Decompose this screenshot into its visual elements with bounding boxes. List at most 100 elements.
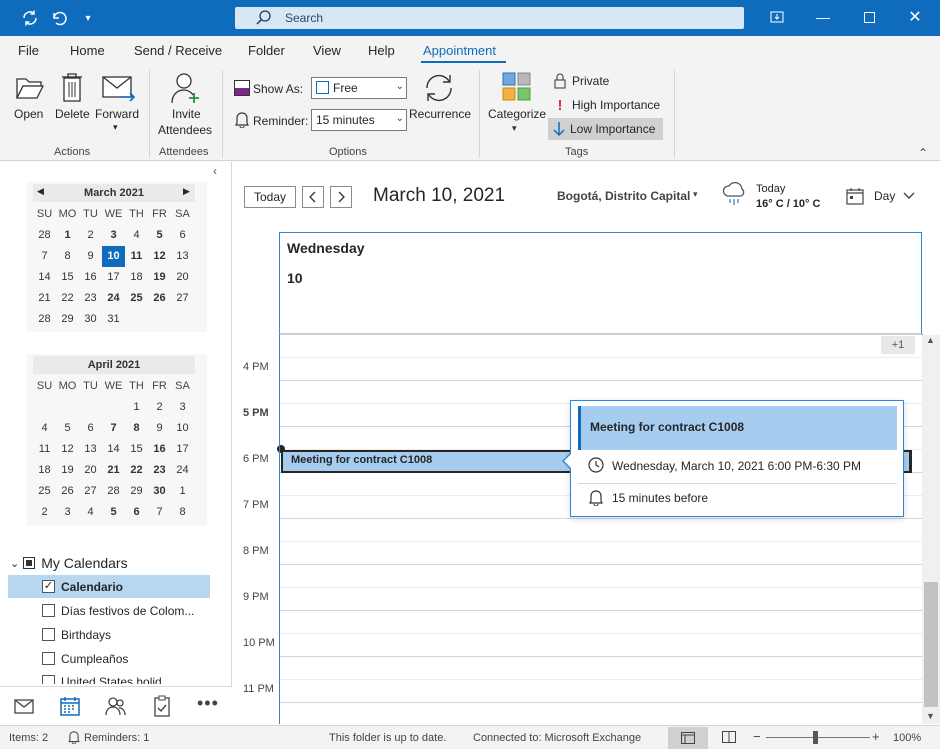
day-cell[interactable]: 21: [102, 460, 125, 481]
show-as-select[interactable]: Free ⌄: [311, 77, 407, 99]
day-cell[interactable]: 9: [79, 246, 102, 267]
day-cell[interactable]: 26: [148, 288, 171, 309]
more-events-badge[interactable]: +1: [881, 336, 915, 354]
zoom-out-icon[interactable]: −: [753, 729, 761, 744]
day-cell[interactable]: 14: [33, 267, 56, 288]
maximize-button[interactable]: [846, 0, 892, 34]
zoom-in-icon[interactable]: +: [872, 729, 880, 744]
day-cell[interactable]: 3: [102, 225, 125, 246]
day-cell[interactable]: 25: [125, 288, 148, 309]
day-cell[interactable]: 24: [102, 288, 125, 309]
more-icon[interactable]: •••: [197, 693, 219, 714]
calendar-icon[interactable]: [59, 695, 81, 717]
day-cell[interactable]: 2: [33, 502, 56, 523]
day-cell[interactable]: 7: [148, 502, 171, 523]
day-cell[interactable]: [148, 309, 171, 330]
tasks-icon[interactable]: [151, 695, 173, 717]
day-cell[interactable]: 30: [148, 481, 171, 502]
day-cell-selected[interactable]: 10: [102, 246, 125, 267]
day-cell[interactable]: 18: [125, 267, 148, 288]
weather-location[interactable]: Bogotá, Distrito Capital: [557, 189, 690, 203]
calendar-item-us-holidays[interactable]: United States holid...: [8, 671, 210, 684]
today-button[interactable]: Today: [244, 186, 296, 208]
day-cell[interactable]: 9: [148, 418, 171, 439]
day-cell[interactable]: 25: [33, 481, 56, 502]
normal-view-button[interactable]: [668, 727, 708, 749]
next-month-icon[interactable]: ▶: [183, 186, 190, 197]
checkbox[interactable]: ✓: [42, 580, 55, 593]
day-cell[interactable]: 12: [56, 439, 79, 460]
day-cell[interactable]: 22: [56, 288, 79, 309]
tab-file[interactable]: File: [18, 43, 39, 58]
day-cell[interactable]: 5: [56, 418, 79, 439]
day-cell[interactable]: [171, 309, 194, 330]
day-cell[interactable]: 5: [148, 225, 171, 246]
scrollbar-thumb[interactable]: [924, 582, 938, 707]
mail-icon[interactable]: [13, 695, 35, 717]
tab-send-receive[interactable]: Send / Receive: [134, 43, 222, 58]
day-cell[interactable]: 18: [33, 460, 56, 481]
day-cell[interactable]: 1: [56, 225, 79, 246]
close-button[interactable]: ✕: [892, 0, 938, 34]
sync-icon[interactable]: [19, 8, 41, 28]
invite-attendees-button[interactable]: Invite Attendees: [155, 70, 217, 138]
day-cell[interactable]: 4: [125, 225, 148, 246]
view-selector[interactable]: Day: [846, 184, 926, 208]
checkbox[interactable]: [42, 675, 55, 684]
collapse-pane-icon[interactable]: ‹: [213, 164, 217, 178]
day-cell[interactable]: 29: [56, 309, 79, 330]
customize-quick-access-icon[interactable]: ▾: [77, 8, 99, 28]
day-cell[interactable]: 1: [125, 397, 148, 418]
day-cell[interactable]: 20: [79, 460, 102, 481]
day-cell[interactable]: 1: [171, 481, 194, 502]
day-cell[interactable]: 3: [171, 397, 194, 418]
day-cell[interactable]: 17: [102, 267, 125, 288]
day-cell[interactable]: 31: [102, 309, 125, 330]
day-cell[interactable]: 19: [148, 267, 171, 288]
tab-home[interactable]: Home: [70, 43, 105, 58]
day-cell[interactable]: 2: [148, 397, 171, 418]
day-cell[interactable]: 23: [148, 460, 171, 481]
day-cell[interactable]: 13: [171, 246, 194, 267]
day-cell[interactable]: 16: [79, 267, 102, 288]
day-cell[interactable]: 11: [125, 246, 148, 267]
search-box[interactable]: Search: [235, 7, 744, 29]
day-cell[interactable]: 30: [79, 309, 102, 330]
day-cell[interactable]: 17: [171, 439, 194, 460]
day-cell[interactable]: 10: [171, 418, 194, 439]
day-cell[interactable]: 8: [125, 418, 148, 439]
private-button[interactable]: Private: [550, 70, 660, 92]
people-icon[interactable]: [105, 695, 127, 717]
day-cell[interactable]: 5: [102, 502, 125, 523]
day-cell[interactable]: [125, 309, 148, 330]
day-cell[interactable]: 13: [79, 439, 102, 460]
minimize-button[interactable]: —: [800, 0, 846, 34]
my-calendars-header[interactable]: ⌄ My Calendars: [10, 554, 128, 572]
chevron-down-icon[interactable]: ▾: [693, 189, 698, 200]
day-cell[interactable]: 6: [171, 225, 194, 246]
day-cell[interactable]: [33, 397, 56, 418]
ribbon-display-options-icon[interactable]: [754, 0, 800, 34]
checkbox[interactable]: [42, 604, 55, 617]
calendar-item-cumpleanos[interactable]: Cumpleaños: [8, 647, 210, 670]
undo-icon[interactable]: [48, 8, 70, 28]
day-cell[interactable]: 29: [125, 481, 148, 502]
next-day-button[interactable]: [330, 186, 352, 208]
popup-title[interactable]: Meeting for contract C1008: [578, 406, 897, 450]
reminder-select[interactable]: 15 minutes ⌄: [311, 109, 407, 131]
day-cell[interactable]: 21: [33, 288, 56, 309]
previous-day-button[interactable]: [302, 186, 324, 208]
day-cell[interactable]: [102, 397, 125, 418]
day-cell[interactable]: 27: [171, 288, 194, 309]
collapse-ribbon-icon[interactable]: ⌃: [918, 146, 928, 160]
tab-help[interactable]: Help: [368, 43, 395, 58]
reminders-count[interactable]: Reminders: 1: [84, 732, 149, 744]
day-cell[interactable]: 4: [79, 502, 102, 523]
day-cell[interactable]: 4: [33, 418, 56, 439]
group-checkbox[interactable]: [23, 557, 36, 569]
day-cell[interactable]: 6: [125, 502, 148, 523]
day-cell[interactable]: 14: [102, 439, 125, 460]
day-cell[interactable]: 8: [56, 246, 79, 267]
day-cell[interactable]: 12: [148, 246, 171, 267]
day-cell[interactable]: 28: [33, 225, 56, 246]
